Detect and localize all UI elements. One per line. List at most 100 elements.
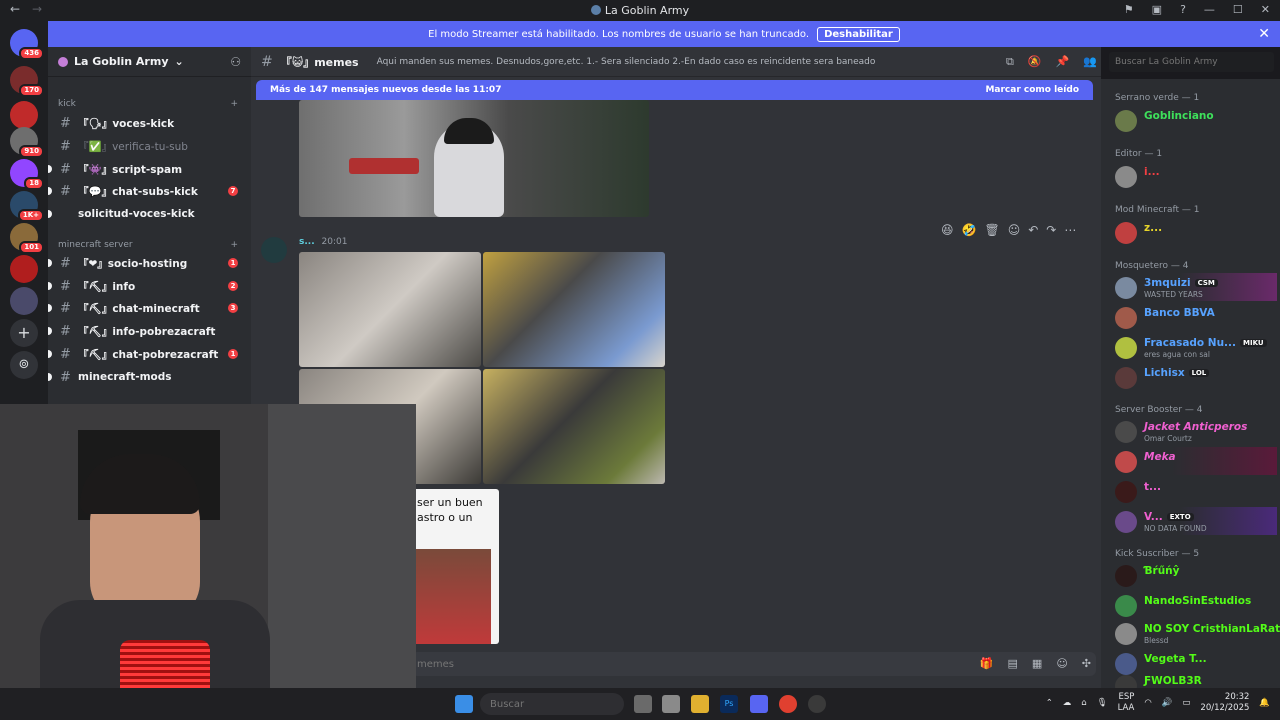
chevron-up-icon[interactable]: ⌃ [1046, 698, 1053, 708]
meme-image[interactable] [299, 100, 649, 217]
volume-icon[interactable]: 🔊 [1162, 698, 1173, 708]
streamer-mode-banner: El modo Streamer está habilitado. Los no… [48, 21, 1280, 47]
member-item[interactable]: Ɓŕűńŷ [1115, 561, 1277, 589]
help-icon[interactable]: ? [1180, 3, 1186, 16]
server-icon[interactable] [10, 101, 38, 129]
member-item[interactable]: NO SOY CristhianLaRata Blessd [1115, 619, 1280, 647]
mention-badge: 1 [228, 349, 238, 359]
windows-start-icon[interactable] [455, 695, 473, 713]
minimize-icon[interactable]: — [1204, 3, 1215, 16]
channel-item[interactable]: # 『💬』chat-subs-kick 7 [48, 181, 242, 201]
reaction-icon[interactable]: 😆 [941, 223, 954, 237]
language-indicator[interactable]: ESP LAA [1118, 692, 1135, 714]
search-input[interactable] [1109, 52, 1274, 72]
chrome-icon[interactable] [779, 695, 797, 713]
message-image[interactable] [483, 369, 665, 484]
message-image[interactable] [299, 252, 481, 367]
channel-item[interactable]: # 『✅』verifica-tu-sub [60, 136, 242, 156]
notifications-icon[interactable]: 🔔 [1259, 698, 1270, 708]
threads-icon[interactable]: ⧉ [1006, 55, 1014, 69]
channel-item[interactable]: # minecraft-mods [48, 367, 242, 387]
file-explorer-icon[interactable] [691, 695, 709, 713]
screen-icon[interactable]: ▣ [1152, 3, 1162, 16]
member-item[interactable]: Goblinciano [1115, 106, 1277, 134]
server-icon[interactable] [10, 255, 38, 283]
battery-icon[interactable]: ▭ [1182, 698, 1190, 708]
reply-icon[interactable]: ↶ [1028, 223, 1038, 237]
clock[interactable]: 20:32 20/12/2025 [1200, 692, 1249, 714]
member-item[interactable]: Meka [1115, 447, 1277, 475]
member-item[interactable]: Banco BBVA [1115, 303, 1277, 331]
wifi-icon[interactable]: ◠ [1144, 698, 1151, 708]
member-item[interactable]: Jacket Anticperos Omar Courtz [1115, 417, 1277, 445]
mention-badge: 3 [228, 303, 238, 313]
discover-icon[interactable]: ⊚ [10, 351, 38, 379]
channel-item[interactable]: # 『⛏』chat-minecraft 3 [48, 298, 242, 318]
apps-icon[interactable]: ✣ [1082, 657, 1091, 670]
server-icon[interactable] [10, 287, 38, 315]
category-kick[interactable]: kick + [58, 99, 238, 109]
new-messages-bar[interactable]: Más de 147 mensajes nuevos desde las 11:… [256, 80, 1093, 100]
microphone-icon[interactable]: 🎙 [1097, 698, 1108, 708]
message-author[interactable]: s... [299, 237, 315, 247]
discord-home-icon[interactable]: 436 [10, 29, 44, 60]
member-item[interactable]: Lichisx LOL [1115, 363, 1277, 391]
meme-image[interactable]: ser un buen astro o un [411, 489, 499, 644]
member-item[interactable]: t... [1115, 477, 1277, 505]
add-channel-icon[interactable]: + [230, 99, 238, 109]
forward-icon[interactable]: ↷ [1046, 223, 1056, 237]
gif-icon[interactable]: ▤ [1008, 657, 1018, 670]
member-item[interactable]: z... [1115, 218, 1277, 246]
add-reaction-icon[interactable]: ☺ [1008, 223, 1021, 237]
channel-item[interactable]: # 『🗣』voces-kick [60, 113, 242, 133]
task-view-icon[interactable] [634, 695, 652, 713]
channel-item[interactable]: # 『❤』socio-hosting 1 [48, 253, 242, 273]
network-icon[interactable]: ⌂ [1081, 698, 1086, 708]
photoshop-icon[interactable]: Ps [720, 695, 738, 713]
category-minecraft[interactable]: minecraft server + [58, 240, 238, 250]
channel-item[interactable]: # 『⛏』chat-pobrezacraft 1 [48, 344, 242, 364]
mark-as-read-button[interactable]: Marcar como leído [985, 85, 1079, 95]
server-icon[interactable]: 910 [10, 127, 44, 158]
twitch-server-icon[interactable]: 18 [10, 159, 44, 190]
channel-item[interactable]: # 『⛏』info 2 [48, 276, 242, 296]
channel-topic[interactable]: Aqui manden sus memes. Desnudos,gore,etc… [377, 57, 876, 67]
channel-item[interactable]: # 『👾』script-spam [48, 159, 242, 179]
member-item[interactable]: Fracasado Nu... MIKU eres agua con sal [1115, 333, 1277, 361]
server-icon[interactable]: 170 [10, 66, 44, 97]
member-list-icon[interactable]: 👥 [1083, 55, 1097, 69]
channel-item[interactable]: solicitud-voces-kick [48, 204, 242, 224]
message-image[interactable] [483, 252, 665, 367]
discord-icon[interactable] [750, 695, 768, 713]
disable-streamer-button[interactable]: Deshabilitar [817, 26, 900, 42]
server-icon[interactable]: 1K+ [10, 191, 44, 222]
emoji-icon[interactable]: ☺ [1056, 657, 1067, 670]
member-item[interactable]: i... [1115, 162, 1277, 190]
add-channel-icon[interactable]: + [230, 240, 238, 250]
app-icon[interactable] [808, 695, 826, 713]
reaction-icon[interactable]: 🗑 [984, 223, 999, 237]
taskbar-search[interactable] [480, 693, 624, 715]
pin-icon[interactable]: 📌 [1056, 55, 1070, 69]
close-banner-icon[interactable]: ✕ [1258, 26, 1270, 42]
close-window-icon[interactable]: ✕ [1261, 3, 1270, 16]
inbox-icon[interactable]: ⚑ [1124, 3, 1134, 16]
cloud-icon[interactable]: ☁ [1063, 698, 1072, 708]
notification-bell-icon[interactable]: 🔕 [1028, 55, 1042, 69]
member-item[interactable]: NandoSinEstudios [1115, 591, 1277, 619]
server-icon[interactable]: 101 [10, 223, 44, 254]
guild-header[interactable]: La Goblin Army ⌄ ⚇ [48, 47, 251, 77]
avatar[interactable] [261, 237, 287, 263]
member-item[interactable]: V... EXTO NO DATA FOUND [1115, 507, 1277, 535]
add-server-icon[interactable]: + [10, 319, 38, 347]
gift-icon[interactable]: 🎁 [980, 657, 994, 670]
channel-item[interactable]: # 『⛏』info-pobrezacraft [48, 321, 242, 341]
member-item[interactable]: 3mquizi CSM WASTED YEARS [1115, 273, 1277, 301]
app-icon[interactable] [662, 695, 680, 713]
reaction-icon[interactable]: 🤣 [962, 223, 977, 237]
maximize-icon[interactable]: ☐ [1233, 3, 1243, 16]
server-badge: 170 [19, 84, 44, 97]
more-icon[interactable]: ⋯ [1064, 223, 1076, 237]
sticker-icon[interactable]: ▦ [1032, 657, 1042, 670]
add-member-icon[interactable]: ⚇ [230, 55, 241, 69]
